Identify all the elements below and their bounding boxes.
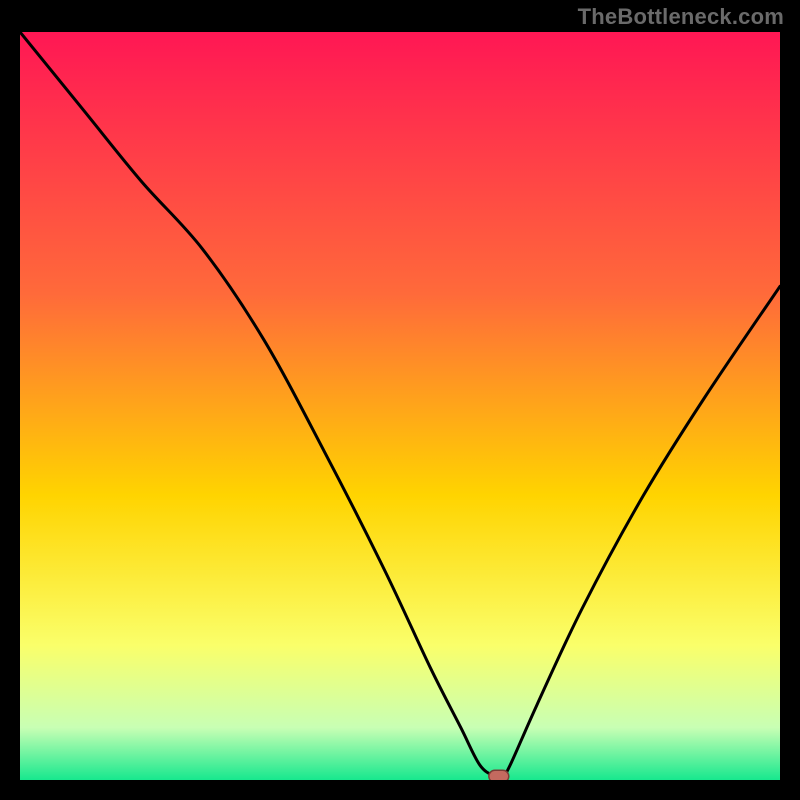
chart-svg (20, 32, 780, 780)
watermark-text: TheBottleneck.com (578, 4, 784, 30)
chart-plot-area (20, 32, 780, 780)
min-marker (489, 770, 509, 780)
chart-frame: TheBottleneck.com (0, 0, 800, 800)
gradient-background (20, 32, 780, 780)
